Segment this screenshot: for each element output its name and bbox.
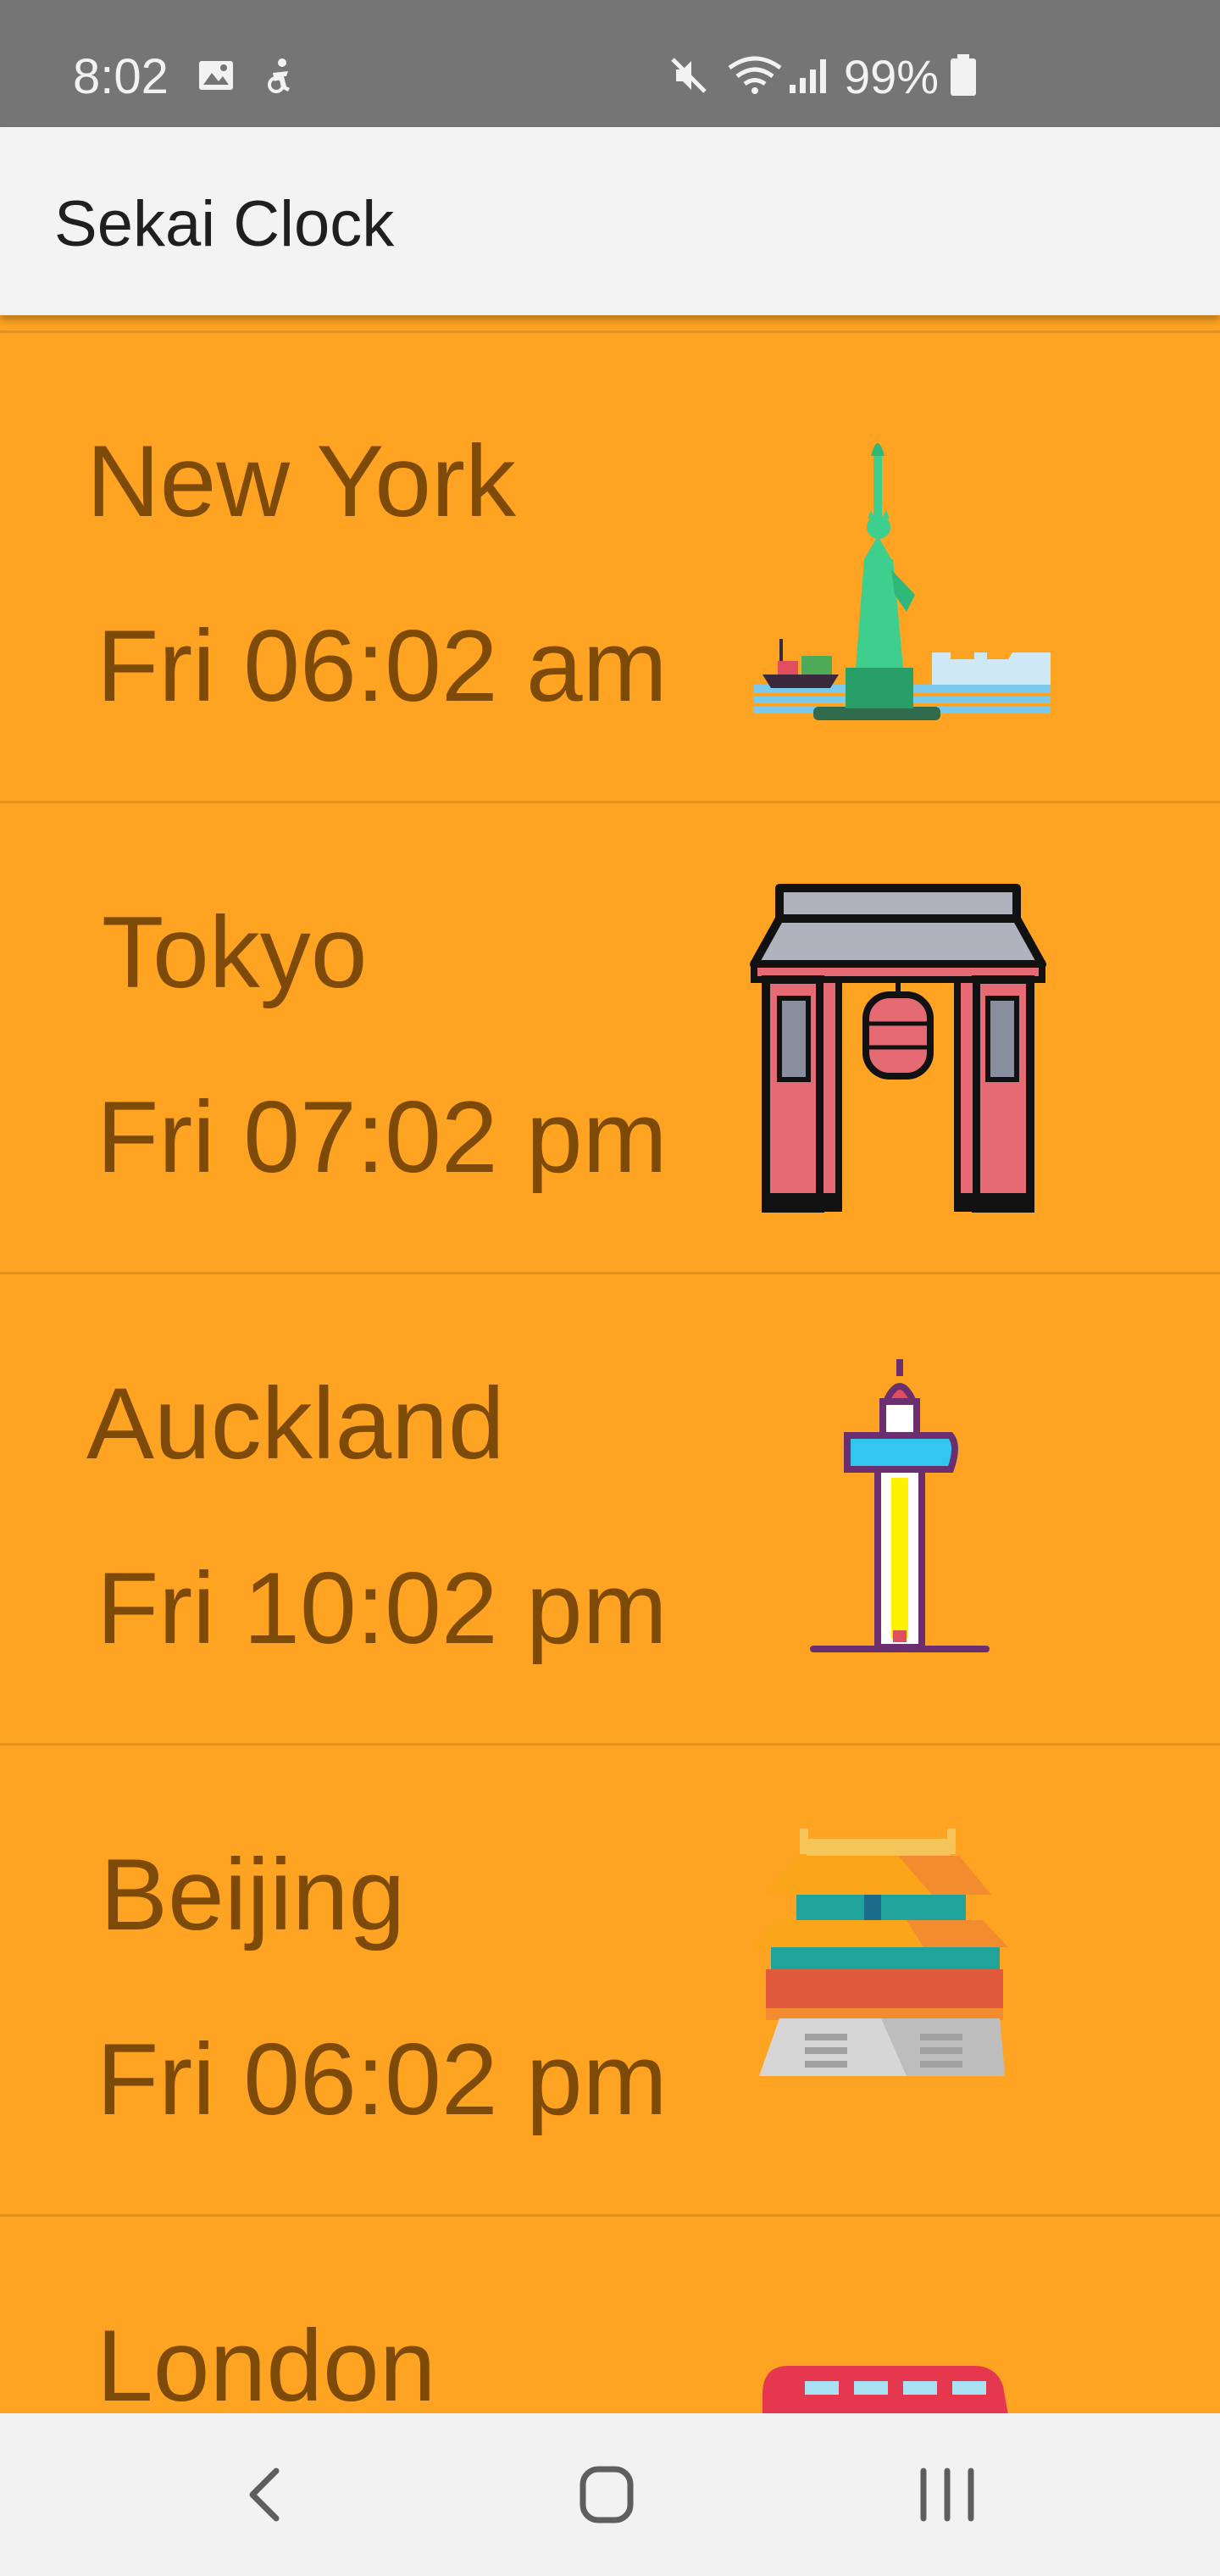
wifi-icon bbox=[728, 56, 782, 94]
city-name: London bbox=[97, 2309, 436, 2413]
recents-icon[interactable] bbox=[896, 2447, 998, 2542]
city-time: Fri 07:02 pm bbox=[97, 1080, 668, 1194]
status-bar: 8:02 99% bbox=[0, 0, 1220, 127]
city-row-tokyo[interactable]: Tokyo Fri 07:02 pm bbox=[0, 803, 1220, 1274]
app-title: Sekai Clock bbox=[54, 188, 395, 260]
navigation-bar bbox=[0, 2413, 1220, 2576]
city-row-beijing[interactable]: Beijing Fri 06:02 pm bbox=[0, 1746, 1220, 2217]
battery-percent: 99% bbox=[844, 50, 940, 103]
city-name: Auckland bbox=[86, 1367, 505, 1480]
back-icon[interactable] bbox=[215, 2447, 317, 2542]
battery-icon bbox=[951, 54, 976, 96]
statue-of-liberty-icon bbox=[754, 443, 1051, 720]
mute-icon bbox=[671, 58, 707, 93]
image-icon bbox=[199, 61, 233, 90]
double-decker-bus-icon bbox=[762, 2366, 1008, 2413]
forbidden-city-icon bbox=[751, 1829, 1008, 2076]
home-icon[interactable] bbox=[556, 2447, 657, 2542]
city-name: Tokyo bbox=[102, 896, 368, 1009]
accessibility-icon bbox=[268, 58, 290, 93]
city-row-auckland[interactable]: Auckland Fri 10:02 pm bbox=[0, 1274, 1220, 1746]
city-row-new-york[interactable]: New York Fri 06:02 am bbox=[0, 332, 1220, 803]
city-time: Fri 06:02 pm bbox=[97, 2023, 668, 2136]
city-name: New York bbox=[86, 425, 516, 538]
city-time: Fri 10:02 pm bbox=[97, 1552, 668, 1665]
status-time: 8:02 bbox=[73, 49, 169, 104]
app-bar: Sekai Clock bbox=[0, 127, 1220, 315]
city-list[interactable]: New York Fri 06:02 am Tokyo Fri 07:02 pm bbox=[0, 315, 1220, 2413]
city-name: Beijing bbox=[100, 1838, 406, 1951]
signal-icon bbox=[790, 59, 826, 93]
sky-tower-icon bbox=[810, 1359, 990, 1652]
city-row-london[interactable]: London bbox=[0, 2217, 1220, 2413]
city-time: Fri 06:02 am bbox=[97, 609, 668, 723]
kaminarimon-gate-icon bbox=[750, 884, 1046, 1213]
